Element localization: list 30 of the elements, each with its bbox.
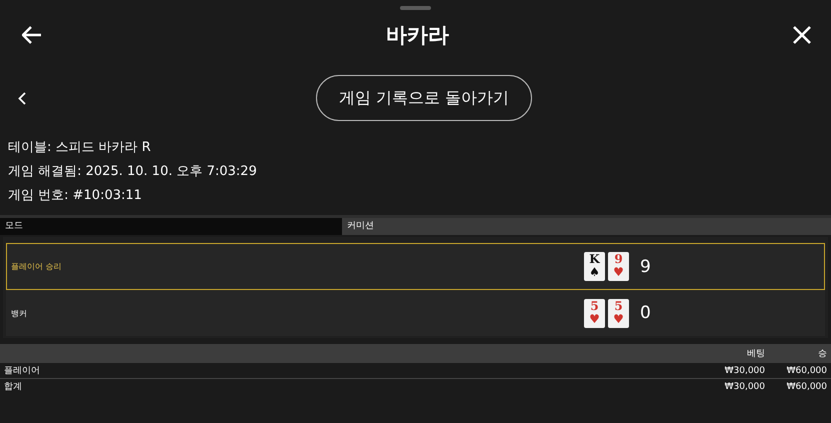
drag-handle[interactable] [400,6,431,10]
close-icon [793,26,811,44]
info-text: 테이블: 스피드 바카라 R [8,139,152,157]
table-cell-text: ₩30,000 [724,366,766,376]
info-text: 게임 해결됨: 2025. 10. 10. 오후 7:03:29 [8,163,258,181]
table-cell-text: ₩30,000 [724,382,766,392]
table-cell-text: ₩60,000 [786,366,828,376]
info-text: 게임 번호: #10:03:11 [8,187,143,205]
mode-tab[interactable]: 모드 [0,218,342,235]
column-header: 승 [817,348,828,360]
column-header: 베팅 [746,348,766,360]
hand-score: 9 [640,256,651,276]
playing-card: 5 ♥ [584,298,605,328]
chevron-left-icon [18,92,26,104]
hand-score: 0 [640,303,651,323]
row-label: 합계 [3,381,23,393]
close-button[interactable] [793,26,811,44]
playing-card: K ♠ [584,252,605,281]
playing-card: 5 ♥ [608,298,629,328]
back-arrow-icon [22,26,42,44]
row-label: 플레이어 [3,365,41,377]
mode-tab[interactable]: 커미션 [342,218,831,235]
back-to-history-button[interactable]: 게임 기록으로 돌아가기 [316,75,532,121]
hand-label: 뱅커 [10,308,28,318]
back-button[interactable] [22,26,42,44]
table-cell-text: ₩60,000 [786,382,828,392]
window-title: 바카라 [386,22,449,49]
playing-card: 9 ♥ [608,252,629,281]
previous-button[interactable] [18,92,28,104]
hand-label: 플레이어 승리 [10,261,63,272]
